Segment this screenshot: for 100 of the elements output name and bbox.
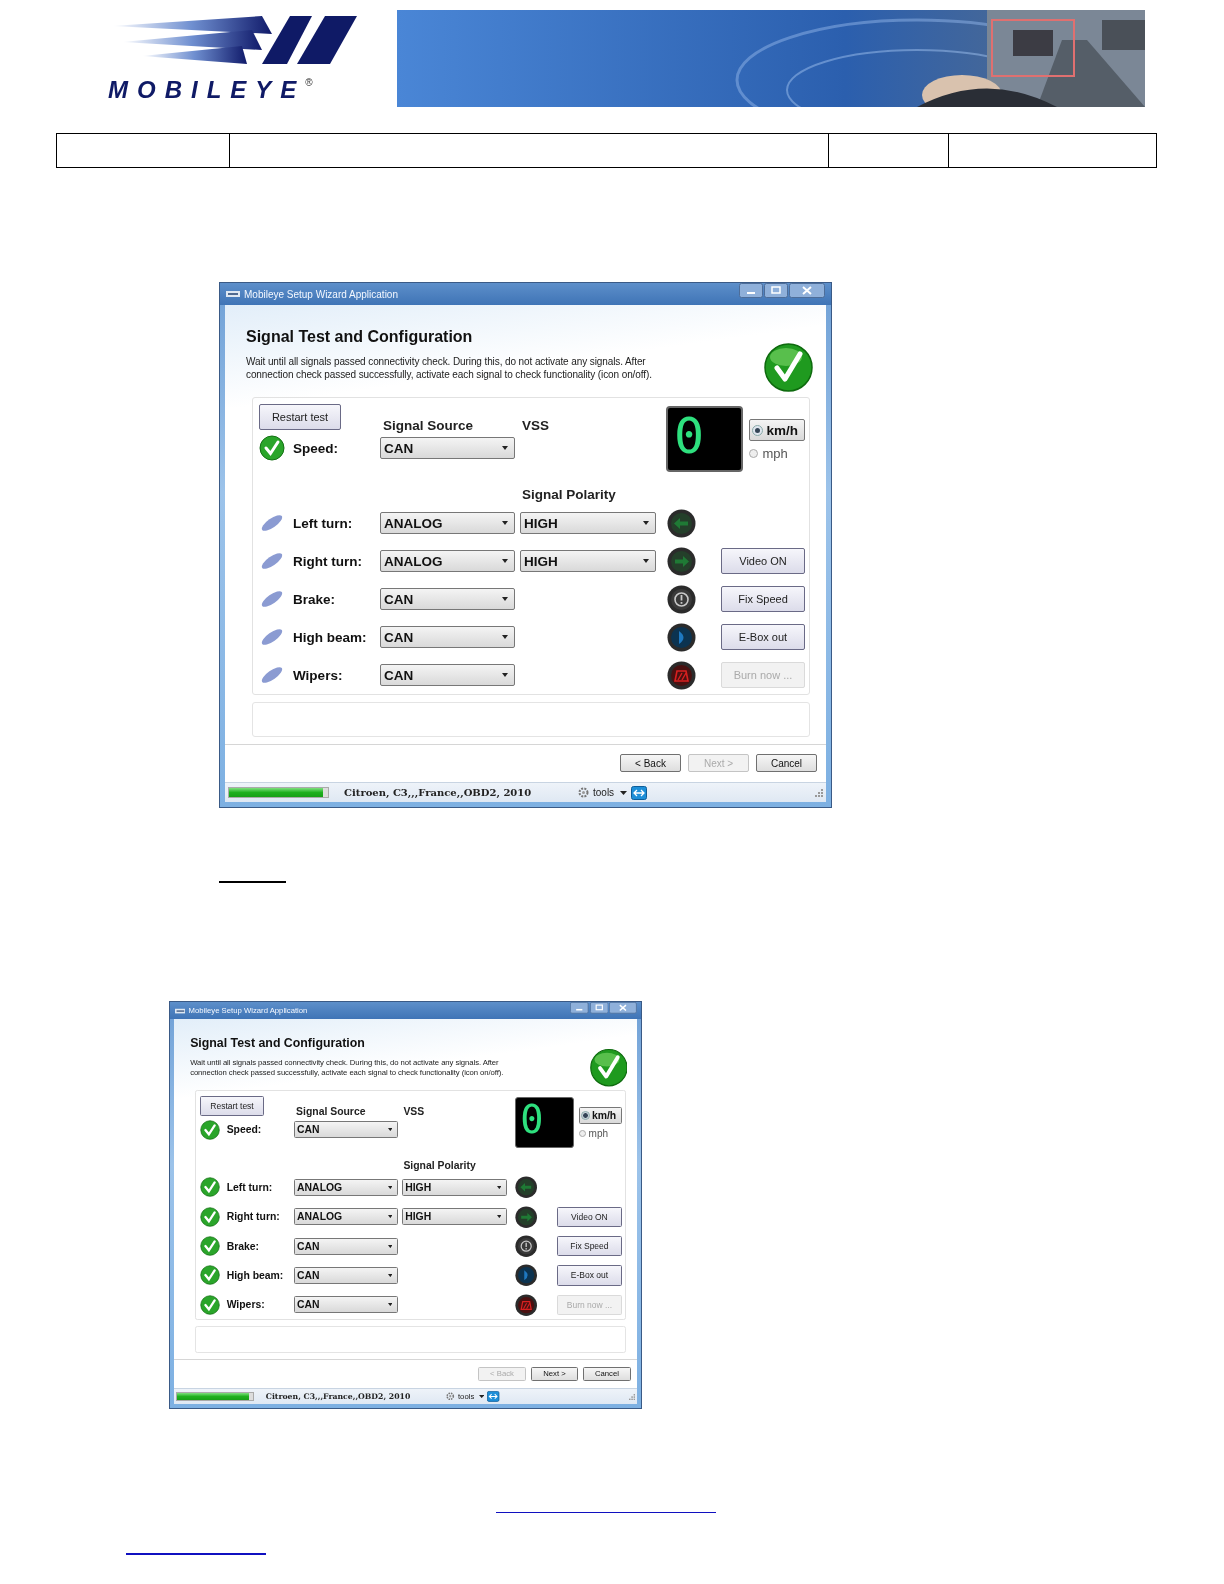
source-dropdown[interactable]: CAN [380,588,515,610]
polarity-dropdown[interactable]: HIGH [401,1179,507,1196]
source-dropdown[interactable]: CAN [380,664,515,686]
signal-light-icon [667,660,696,690]
caret-icon [496,1185,502,1190]
source-dropdown[interactable]: CAN [293,1237,398,1255]
signal-label: Left turn: [226,1182,274,1193]
close-icon[interactable] [789,283,825,298]
signal-label: Wipers: [293,667,344,683]
close-icon[interactable] [608,1002,637,1014]
caret-icon [387,1128,393,1132]
window-title: Mobileye Setup Wizard Application [188,1006,308,1016]
source-dropdown[interactable]: CAN [380,437,515,459]
maximize-icon[interactable] [764,283,788,298]
caret-icon [643,559,649,563]
polarity-dropdown[interactable]: HIGH [401,1208,507,1226]
action-button[interactable]: Fix Speed [557,1236,622,1257]
column-header: Signal Source [295,1106,366,1118]
caret-icon [387,1185,393,1190]
minimize-icon[interactable] [739,283,763,298]
instructions-text: Wait until all signals passed connectivity check. During this, do not activate any signals. After connection check passed successfully, activate each signal to check functionality (icon on/off). [190,1057,505,1078]
signal-light-icon [667,584,696,614]
sync-icon[interactable] [487,1391,500,1402]
source-dropdown[interactable]: ANALOG [293,1208,398,1226]
caret-icon [387,1215,393,1219]
unit-radio[interactable]: km/h [749,419,805,441]
action-button[interactable]: E-Box out [721,624,805,650]
signal-label: High beam: [293,629,368,645]
polarity-dropdown[interactable]: HIGH [520,512,656,534]
nav-button[interactable]: Next > [530,1366,579,1381]
action-button[interactable]: Video ON [721,548,805,574]
minimize-icon[interactable] [570,1002,589,1014]
signal-light-icon [667,508,696,538]
page-heading: Signal Test and Configuration [190,1036,366,1052]
signal-label: Right turn: [226,1211,281,1223]
unit-radio[interactable]: km/h [578,1107,622,1125]
resize-grip-icon[interactable] [815,788,823,797]
polarity-dropdown[interactable]: HIGH [520,550,656,572]
action-button[interactable]: Fix Speed [721,586,805,612]
signal-label: Speed: [226,1124,263,1136]
caret-icon [502,635,508,639]
nav-button[interactable]: Cancel [756,754,817,772]
caret-icon [387,1244,393,1248]
unit-radio[interactable]: mph [749,446,805,461]
column-header: VSS [402,1106,425,1118]
signal-light-icon [515,1293,538,1316]
source-dropdown[interactable]: ANALOG [293,1179,398,1196]
caret-icon[interactable] [620,790,628,795]
source-dropdown[interactable]: CAN [293,1267,398,1284]
column-header: Signal Source [382,417,474,433]
caret-icon [387,1273,393,1277]
action-button[interactable]: E-Box out [557,1265,622,1286]
signal-label: Speed: [293,440,339,456]
signal-light-icon [515,1176,538,1199]
tools-menu[interactable]: tools [457,1392,475,1402]
vehicle-text: Citroen, C3,,,France,,OBD2, 2010 [344,787,533,798]
caret-icon [502,559,508,563]
nav-button[interactable]: Cancel [583,1366,631,1381]
resize-grip-icon[interactable] [628,1393,636,1400]
instructions-text: Wait until all signals passed connectivity check. During this, do not activate any signals. After connection check passed successfully, activate each signal to check functionality (icon on/off). [246,355,653,381]
caret-icon[interactable] [478,1395,485,1399]
source-dropdown[interactable]: ANALOG [380,550,515,572]
gear-icon [578,787,589,798]
source-dropdown[interactable]: ANALOG [380,512,515,534]
unit-radio[interactable]: mph [578,1128,622,1140]
logo-text: MOBILEYE [108,78,306,102]
signal-light-icon [515,1205,538,1228]
signal-label: High beam: [226,1270,285,1281]
source-dropdown[interactable]: CAN [380,626,515,648]
nav-button[interactable]: < Back [620,754,681,772]
signal-label: Right turn: [293,553,363,569]
app-icon [174,1007,186,1014]
app-icon [226,290,240,298]
speed-display: 0 [666,406,744,472]
column-header: VSS [521,417,549,433]
tools-menu[interactable]: tools [593,787,615,798]
source-dropdown[interactable]: CAN [293,1121,398,1139]
maximize-icon[interactable] [589,1002,609,1014]
page-heading: Signal Test and Configuration [246,327,474,347]
window-title: Mobileye Setup Wizard Application [244,288,398,300]
caret-icon [502,446,508,450]
column-header: Signal Polarity [402,1159,476,1171]
source-dropdown[interactable]: CAN [293,1296,398,1314]
signal-label: Brake: [293,591,337,607]
restart-test-button[interactable]: Restart test [259,404,341,430]
caret-icon [496,1215,502,1219]
signal-label: Left turn: [293,515,354,531]
restart-test-button[interactable]: Restart test [200,1095,264,1116]
registered-mark: ® [305,78,313,88]
signal-light-icon [515,1264,538,1287]
signal-label: Wipers: [226,1299,266,1311]
caret-icon [502,597,508,601]
check-icon [764,342,813,393]
signal-light-icon [667,622,696,652]
action-button[interactable]: Video ON [557,1206,622,1227]
signal-light-icon [515,1234,538,1258]
caret-icon [502,521,508,525]
sync-icon[interactable] [631,785,648,800]
column-header: Signal Polarity [521,486,616,502]
signal-light-icon [667,546,696,576]
